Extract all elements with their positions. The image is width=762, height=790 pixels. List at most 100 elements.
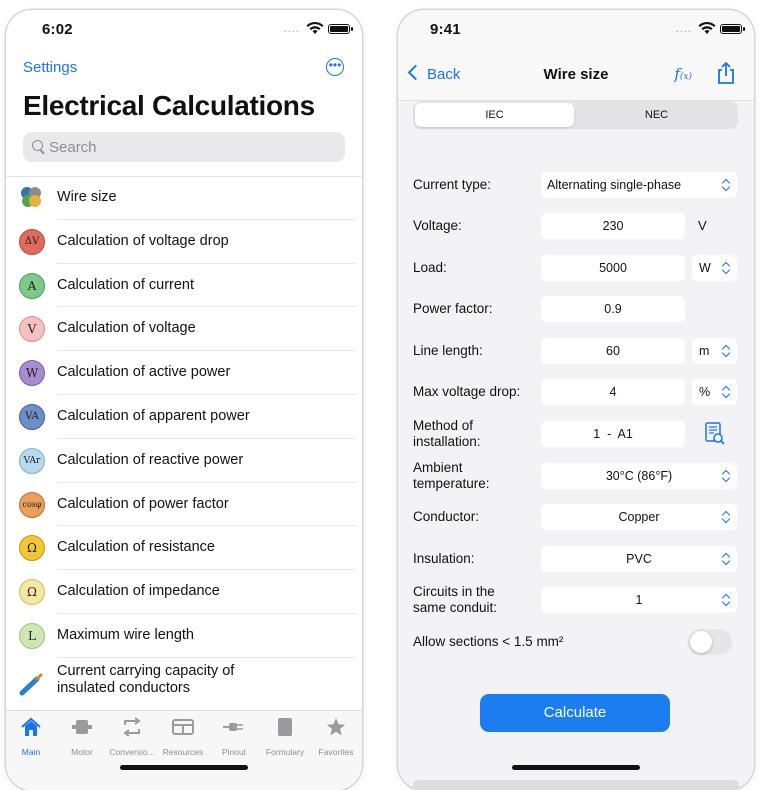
page-title: Electrical Calculations (23, 90, 315, 121)
status-time: 6:02 (42, 21, 73, 38)
max-voltage-drop-input[interactable]: 4 (541, 379, 685, 405)
home-icon (21, 717, 41, 736)
list-item-label: Calculation of voltage (57, 320, 196, 337)
tab-label: Motor (71, 747, 93, 757)
wire-size-icon (19, 185, 43, 209)
formula-button[interactable]: f(x) (674, 65, 692, 83)
power-factor-input[interactable]: 0.9 (541, 296, 685, 322)
conductor-value: Copper (618, 510, 660, 524)
star-icon (326, 718, 346, 736)
list-item-label: Calculation of apparent power (57, 407, 250, 424)
battery-icon (720, 24, 745, 34)
insulated-conductor-icon (19, 673, 43, 697)
tab-label: Main (21, 747, 41, 757)
list-item-apparent-power[interactable]: VA Calculation of apparent power (6, 395, 362, 439)
apparent-power-icon: VA (19, 403, 45, 430)
load-input[interactable]: 5000 (541, 255, 685, 281)
allow-sections-toggle[interactable] (688, 629, 732, 655)
list-item-wire-length[interactable]: L Maximum wire length (6, 614, 362, 658)
home-indicator (120, 765, 248, 770)
search-input[interactable] (49, 132, 329, 162)
wire-length-icon: L (19, 622, 45, 649)
chevron-updown-icon (722, 594, 730, 606)
current-icon: A (19, 272, 45, 299)
list-item-resistance[interactable]: Ω Calculation of resistance (6, 526, 362, 571)
list-item-power-factor[interactable]: cosφ Calculation of power factor (6, 483, 362, 527)
list-item-label: Calculation of current (57, 276, 195, 293)
list-item-label: Calculation of power factor (57, 495, 229, 512)
tab-resources[interactable]: Resources (158, 717, 208, 757)
list-item-label: Calculation of impedance (57, 583, 220, 600)
home-indicator (512, 765, 640, 770)
tab-pinout[interactable]: Pinout (209, 717, 259, 757)
chevron-updown-icon (722, 386, 730, 398)
list-item-voltage[interactable]: V Calculation of voltage (6, 307, 362, 352)
insulation-label: Insulation: (413, 551, 475, 566)
load-label: Load: (413, 260, 447, 275)
tab-motor[interactable]: Motor (57, 717, 107, 757)
ambient-temperature-label: Ambient temperature: (413, 460, 490, 491)
power-factor-label: Power factor: (413, 301, 493, 316)
circuits-conduit-value: 1 (635, 593, 643, 607)
insulation-select[interactable]: PVC (541, 546, 737, 572)
toggle-knob (690, 631, 712, 653)
list-item-impedance[interactable]: Ω Calculation of impedance (6, 570, 362, 614)
segment-iec[interactable]: IEC (415, 103, 574, 127)
tab-main[interactable]: Main (6, 717, 56, 757)
more-options-button[interactable]: ••• (326, 58, 344, 76)
conductor-select[interactable]: Copper (541, 504, 737, 530)
settings-link[interactable]: Settings (23, 59, 77, 76)
resources-icon (172, 719, 194, 735)
active-power-icon: W (19, 360, 45, 387)
formulary-icon (278, 718, 292, 736)
max-voltage-drop-label: Max voltage drop: (413, 384, 521, 399)
tab-label: Formulary (265, 747, 305, 757)
line-length-input[interactable]: 60 (541, 338, 685, 364)
conductor-label: Conductor: (413, 509, 480, 524)
voltage-drop-icon: ΔV (19, 228, 45, 255)
line-length-unit-select[interactable]: m (692, 338, 737, 364)
line-length-unit: m (699, 344, 710, 358)
list-item-active-power[interactable]: W Calculation of active power (6, 351, 362, 395)
tab-formulary[interactable]: Formulary (260, 717, 310, 757)
tab-favorites[interactable]: Favorites (311, 717, 361, 757)
status-bar: 6:02 .... (6, 10, 362, 50)
list-item-voltage-drop[interactable]: ΔV Calculation of voltage drop (6, 220, 362, 264)
list-item-current[interactable]: A Calculation of current (6, 264, 362, 308)
list-item-label: Wire size (57, 189, 117, 205)
insulation-value: PVC (626, 552, 652, 566)
list-item-reactive-power[interactable]: VAr Calculation of reactive power (6, 439, 362, 483)
screen-title: Wire size (543, 66, 609, 83)
load-unit-select[interactable]: W (692, 255, 737, 281)
list-item-label: Calculation of reactive power (57, 451, 244, 468)
ambient-temperature-select[interactable]: 30°C (86°F) (541, 463, 737, 489)
circuits-conduit-select[interactable]: 1 (541, 587, 737, 613)
status-time: 9:41 (430, 21, 461, 38)
list-item-label: Calculation of active power (57, 364, 231, 381)
list-item-label: Calculation of resistance (57, 539, 215, 556)
current-type-select[interactable]: Alternating single-phase (541, 172, 737, 198)
ambient-temperature-value: 30°C (86°F) (605, 469, 673, 483)
tab-conversion[interactable]: Conversio... (107, 717, 157, 757)
share-icon[interactable] (716, 62, 736, 84)
method-installation-input[interactable]: 1 - A1 (541, 421, 685, 447)
max-voltage-drop-unit-select[interactable]: % (692, 379, 737, 405)
voltage-input[interactable]: 230 (541, 213, 685, 239)
current-type-value: Alternating single-phase (547, 178, 682, 192)
list-item-wire-size[interactable]: Wire size (6, 176, 362, 220)
status-bar: 9:41 .... (398, 10, 754, 50)
tab-label: Conversio... (109, 747, 155, 757)
main-screen: 6:02 .... Settings ••• Electrical Calcul… (6, 10, 362, 790)
calculate-button[interactable]: Calculate (480, 694, 670, 732)
list-item-insulated-conductors[interactable]: Current carrying capacity of insulated c… (6, 658, 362, 712)
tab-bar: Main Motor Conversio... Resources Pinout… (6, 710, 362, 790)
chevron-updown-icon (722, 470, 730, 482)
wire-size-screen: 9:41 .... Back Wire size f(x) IEC NEC Cu… (398, 10, 754, 790)
segment-nec[interactable]: NEC (577, 103, 736, 127)
list-item-label: Calculation of voltage drop (57, 232, 229, 249)
tab-label: Pinout (221, 747, 247, 757)
search-bar[interactable] (23, 132, 345, 162)
power-factor-icon: cosφ (19, 491, 45, 518)
impedance-icon: Ω (19, 579, 45, 606)
installation-lookup-icon[interactable] (704, 422, 726, 446)
